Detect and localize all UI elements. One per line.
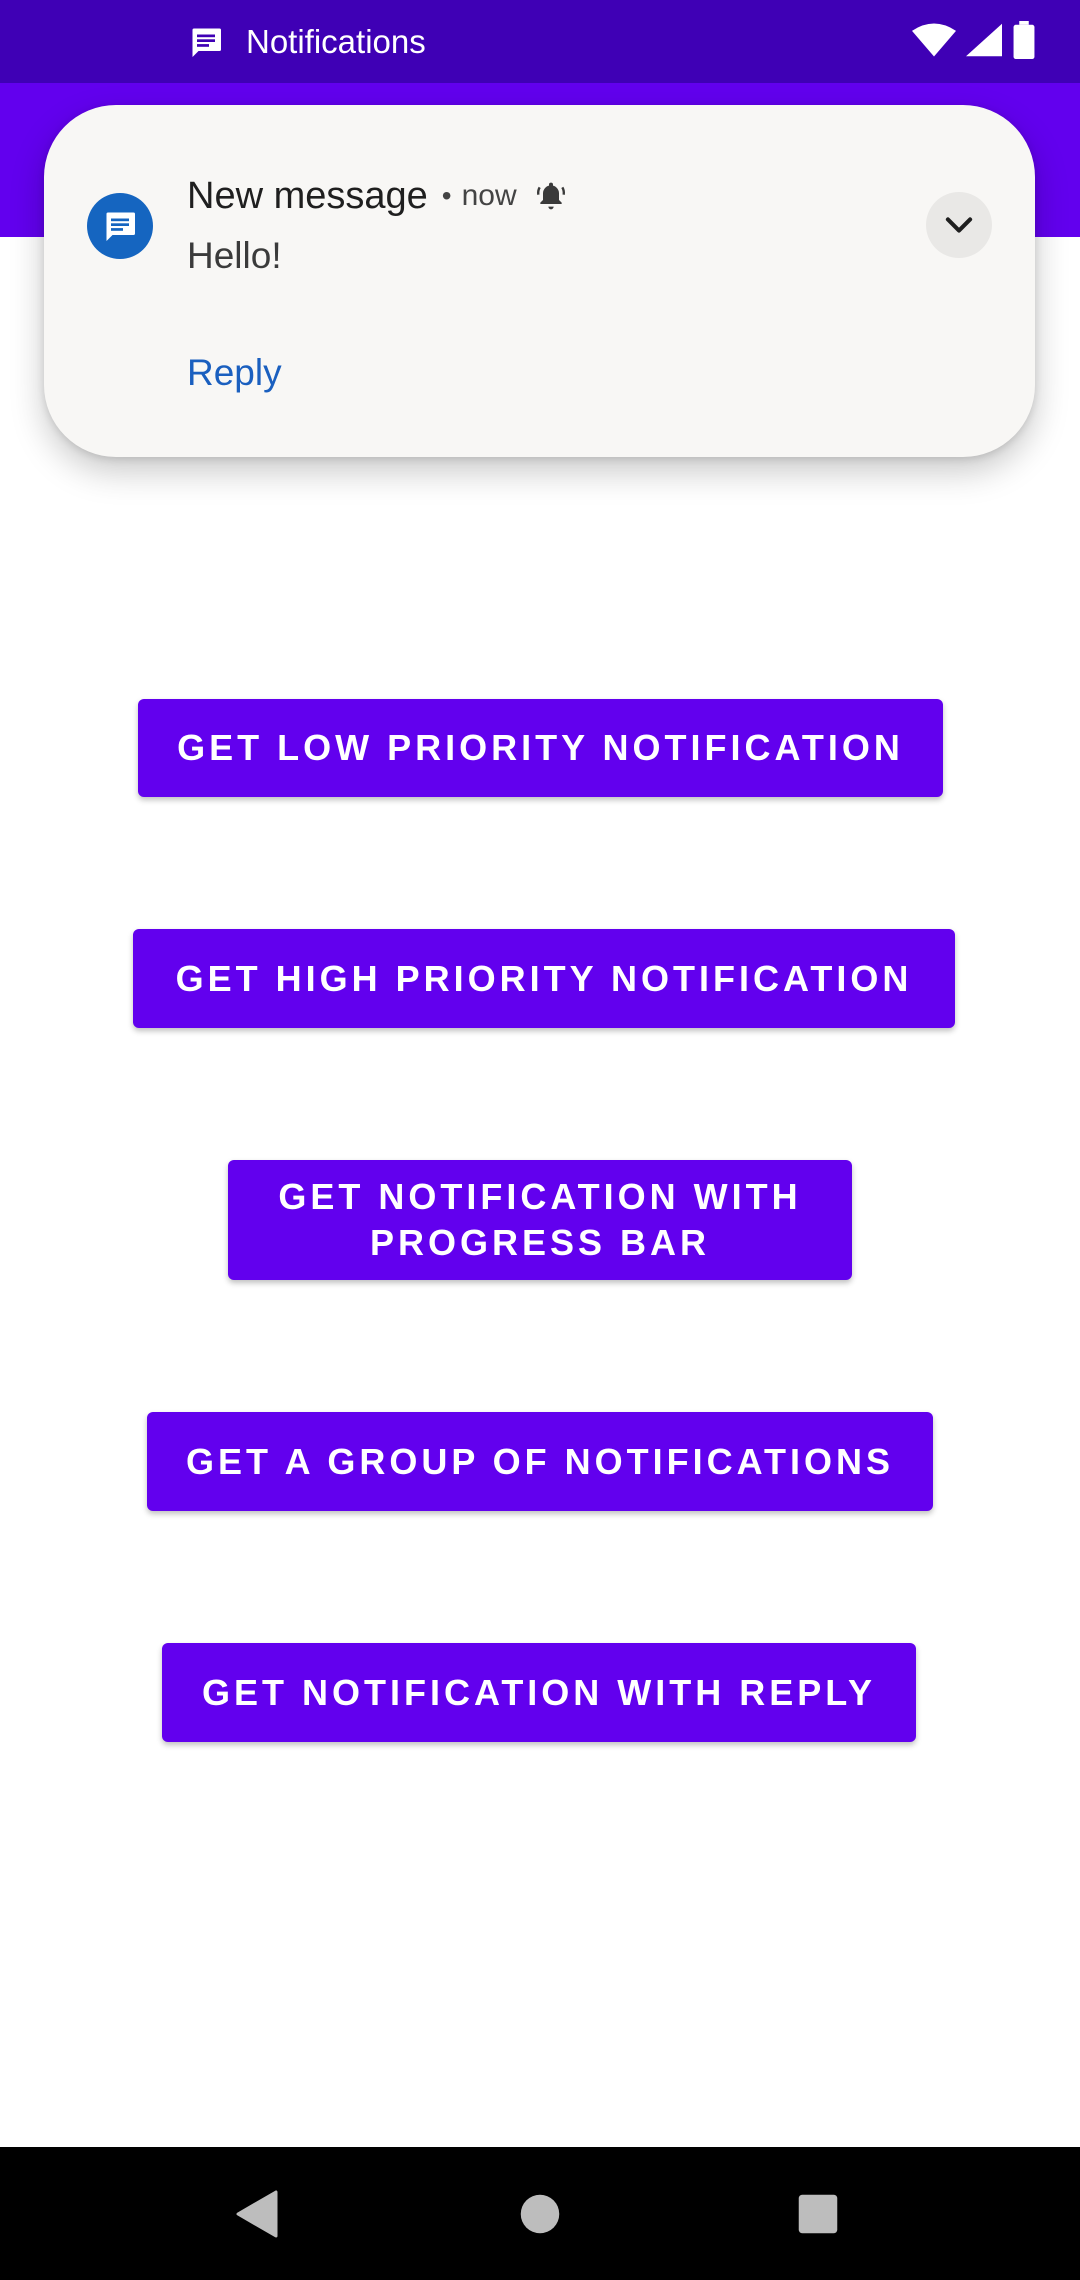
high-priority-notification-button[interactable]: GET HIGH PRIORITY NOTIFICATION	[133, 929, 955, 1028]
status-bar-right	[912, 20, 1036, 64]
chevron-down-icon	[945, 217, 973, 233]
message-icon	[188, 24, 224, 60]
recents-icon	[798, 2194, 838, 2233]
low-priority-notification-button[interactable]: GET LOW PRIORITY NOTIFICATION	[138, 699, 943, 797]
group-notifications-button[interactable]: GET A GROUP OF NOTIFICATIONS	[147, 1412, 933, 1511]
recents-button[interactable]	[778, 2147, 858, 2280]
back-icon	[236, 2190, 278, 2237]
reply-action-button[interactable]: Reply	[187, 352, 282, 394]
status-bar-title: Notifications	[246, 23, 426, 60]
notification-header: New message • now	[187, 171, 567, 221]
status-bar-left: Notifications	[188, 22, 426, 62]
bell-icon	[535, 180, 567, 212]
back-button[interactable]	[218, 2147, 298, 2280]
home-icon	[520, 2194, 560, 2233]
wifi-icon	[912, 23, 956, 62]
notification-text: Hello!	[187, 235, 282, 276]
heads-up-notification[interactable]: New message • now Hello! Reply	[44, 105, 1035, 457]
message-icon	[106, 212, 135, 241]
notification-app-icon	[87, 193, 153, 259]
navigation-bar	[0, 2147, 1080, 2280]
home-button[interactable]	[500, 2147, 580, 2280]
battery-icon	[1012, 20, 1036, 64]
cell-signal-icon	[966, 23, 1002, 62]
status-bar: Notifications	[0, 0, 1080, 83]
notification-title: New message	[187, 174, 428, 217]
expand-button[interactable]	[926, 192, 992, 258]
progress-bar-notification-button[interactable]: GET NOTIFICATION WITH PROGRESS BAR	[228, 1160, 852, 1280]
notification-time: now	[461, 179, 517, 212]
notification-separator: •	[441, 180, 452, 211]
reply-notification-button[interactable]: GET NOTIFICATION WITH REPLY	[162, 1643, 916, 1742]
